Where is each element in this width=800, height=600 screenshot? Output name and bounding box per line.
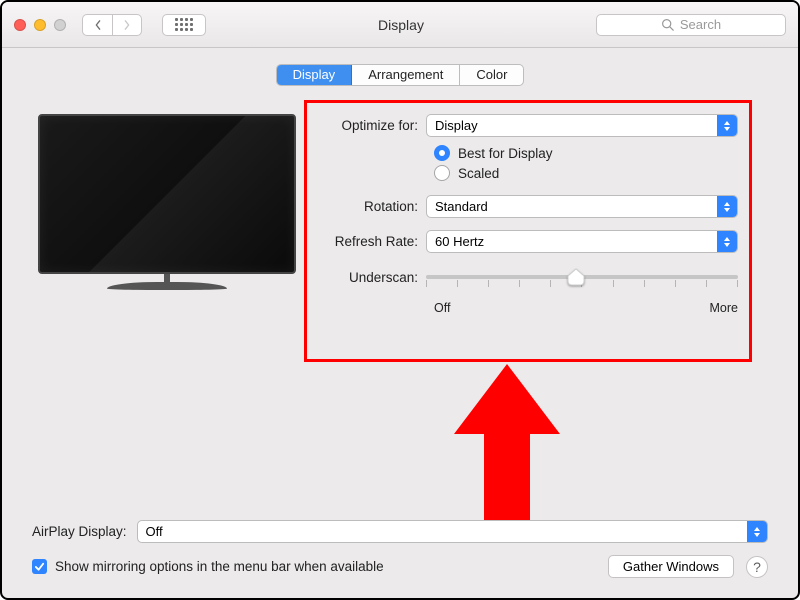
chevron-left-icon <box>94 20 102 30</box>
tab-segment: Display Arrangement Color <box>276 64 525 86</box>
tab-arrangement[interactable]: Arrangement <box>352 65 460 85</box>
slider-thumb-icon <box>567 268 585 286</box>
refresh-rate-label: Refresh Rate: <box>318 234 426 249</box>
underscan-row: Underscan: <box>318 265 738 289</box>
grid-icon <box>175 18 193 31</box>
optimize-for-row: Optimize for: Display <box>318 114 738 137</box>
chevron-right-icon <box>123 20 131 30</box>
search-placeholder: Search <box>680 17 721 32</box>
refresh-rate-value: 60 Hertz <box>435 234 484 249</box>
display-stand-base <box>107 282 227 290</box>
forward-button[interactable] <box>112 14 142 36</box>
select-stepper-icon <box>717 115 737 136</box>
airplay-value: Off <box>146 524 163 539</box>
search-icon <box>661 18 674 31</box>
underscan-label: Underscan: <box>318 270 426 285</box>
scaled-label: Scaled <box>458 166 499 181</box>
radio-unchecked-icon <box>434 165 450 181</box>
select-stepper-icon <box>717 231 737 252</box>
select-stepper-icon <box>747 521 767 542</box>
titlebar: Display Search <box>2 2 798 48</box>
maximize-button[interactable] <box>54 19 66 31</box>
airplay-select[interactable]: Off <box>137 520 768 543</box>
show-all-button[interactable] <box>162 14 206 36</box>
refresh-rate-row: Refresh Rate: 60 Hertz <box>318 230 738 253</box>
rotation-label: Rotation: <box>318 199 426 214</box>
underscan-slider-labels: Off More <box>434 301 738 315</box>
settings-grid: Optimize for: Display Best for Display S… <box>318 114 738 315</box>
display-stand-neck <box>164 274 170 282</box>
rotation-select[interactable]: Standard <box>426 195 738 218</box>
help-button[interactable]: ? <box>746 556 768 578</box>
arrow-up-icon <box>452 364 562 524</box>
airplay-row: AirPlay Display: Off <box>32 520 768 543</box>
rotation-value: Standard <box>435 199 488 214</box>
content-area: Display Arrangement Color Optimize for: … <box>2 48 798 598</box>
underscan-slider[interactable] <box>426 265 738 289</box>
mirroring-checkbox-row[interactable]: Show mirroring options in the menu bar w… <box>32 559 384 574</box>
optimize-for-value: Display <box>435 118 478 133</box>
tab-color[interactable]: Color <box>460 65 523 85</box>
best-for-display-option[interactable]: Best for Display <box>434 145 738 161</box>
traffic-lights <box>14 19 66 31</box>
underscan-off-label: Off <box>434 301 450 315</box>
airplay-label: AirPlay Display: <box>32 524 127 539</box>
tab-display[interactable]: Display <box>277 65 353 85</box>
nav-group <box>82 14 142 36</box>
radio-checked-icon <box>434 145 450 161</box>
refresh-rate-select[interactable]: 60 Hertz <box>426 230 738 253</box>
footer-row: Show mirroring options in the menu bar w… <box>32 555 768 578</box>
select-stepper-icon <box>717 196 737 217</box>
checkbox-checked-icon <box>32 559 47 574</box>
resolution-radio-group: Best for Display Scaled <box>434 145 738 181</box>
optimize-for-label: Optimize for: <box>318 118 426 133</box>
window-title: Display <box>216 17 586 33</box>
tab-bar: Display Arrangement Color <box>2 64 798 86</box>
mirroring-label: Show mirroring options in the menu bar w… <box>55 559 384 574</box>
bottom-controls: AirPlay Display: Off Show mirroring opti… <box>2 520 798 578</box>
scaled-option[interactable]: Scaled <box>434 165 738 181</box>
display-preview <box>38 114 296 314</box>
gather-windows-button[interactable]: Gather Windows <box>608 555 734 578</box>
back-button[interactable] <box>82 14 112 36</box>
slider-thumb[interactable] <box>567 268 585 286</box>
rotation-row: Rotation: Standard <box>318 195 738 218</box>
search-field[interactable]: Search <box>596 14 786 36</box>
optimize-for-select[interactable]: Display <box>426 114 738 137</box>
minimize-button[interactable] <box>34 19 46 31</box>
underscan-more-label: More <box>710 301 738 315</box>
annotation-arrow <box>452 364 562 524</box>
display-prefs-window: Display Search Display Arrangement Color… <box>0 0 800 600</box>
close-button[interactable] <box>14 19 26 31</box>
best-for-display-label: Best for Display <box>458 146 553 161</box>
display-screen-icon <box>38 114 296 274</box>
